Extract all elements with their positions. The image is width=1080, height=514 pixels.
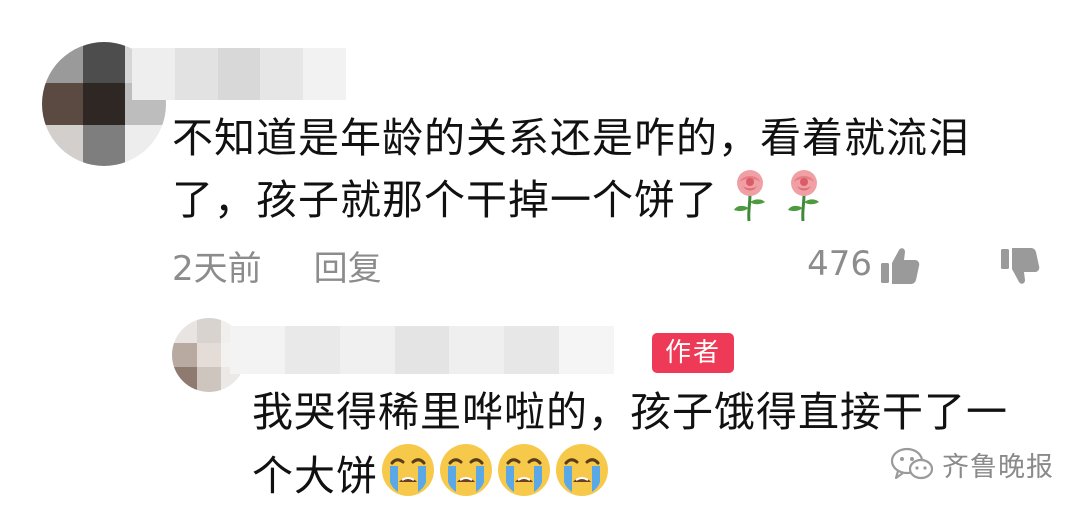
avatar-pixel — [172, 318, 197, 343]
avatar-pixel — [83, 124, 125, 166]
author-badge: 作者 — [652, 333, 734, 373]
reply-button[interactable]: 回复 — [314, 241, 382, 290]
avatar-pixel — [196, 342, 222, 368]
blur-pixel — [284, 326, 340, 374]
avatar-pixel — [172, 367, 197, 392]
blur-pixel — [339, 326, 395, 374]
crying-face-icon — [438, 442, 494, 514]
comment-meta: 2天前 回复 476 — [172, 240, 1042, 290]
crying-face-icon — [496, 442, 552, 514]
author-username-blurred[interactable] — [230, 326, 615, 374]
comment-text: 不知道是年龄的关系还是咋的，看着就流泪了，孩子就那个干掉一个饼了 — [172, 114, 970, 224]
watermark: 齐鲁晚报 — [890, 442, 1054, 486]
avatar-pixel — [83, 83, 125, 125]
thumbs-down-icon[interactable] — [998, 244, 1042, 288]
avatar-pixel — [196, 367, 222, 392]
avatar-pixel — [83, 42, 125, 84]
blur-pixel — [174, 48, 218, 100]
comment-time: 2天前 — [172, 248, 262, 289]
avatar-pixel — [196, 318, 222, 343]
blur-pixel — [559, 326, 615, 374]
crying-face-icon — [554, 442, 610, 514]
blur-pixel — [132, 48, 175, 100]
avatar-pixel — [124, 124, 166, 166]
rose-icon — [728, 168, 772, 238]
blur-pixel — [504, 326, 560, 374]
blur-pixel — [260, 48, 304, 100]
blur-pixel — [449, 326, 505, 374]
rose-icon — [782, 168, 826, 238]
comment-body: 不知道是年龄的关系还是咋的，看着就流泪了，孩子就那个干掉一个饼了 — [172, 108, 1042, 238]
username-blurred[interactable] — [132, 48, 346, 100]
avatar-pixel — [172, 342, 197, 368]
blur-pixel — [230, 326, 285, 374]
crying-face-icon — [380, 442, 436, 514]
blur-pixel — [303, 48, 346, 100]
like-count: 476 — [807, 244, 872, 284]
watermark-text: 齐鲁晚报 — [942, 451, 1054, 483]
wechat-icon — [890, 447, 934, 480]
avatar-pixel — [42, 83, 84, 125]
avatar-pixel — [42, 42, 84, 84]
avatar-pixel — [42, 124, 84, 166]
blur-pixel — [394, 326, 450, 374]
thumbs-up-icon[interactable] — [878, 244, 922, 288]
blur-pixel — [217, 48, 261, 100]
